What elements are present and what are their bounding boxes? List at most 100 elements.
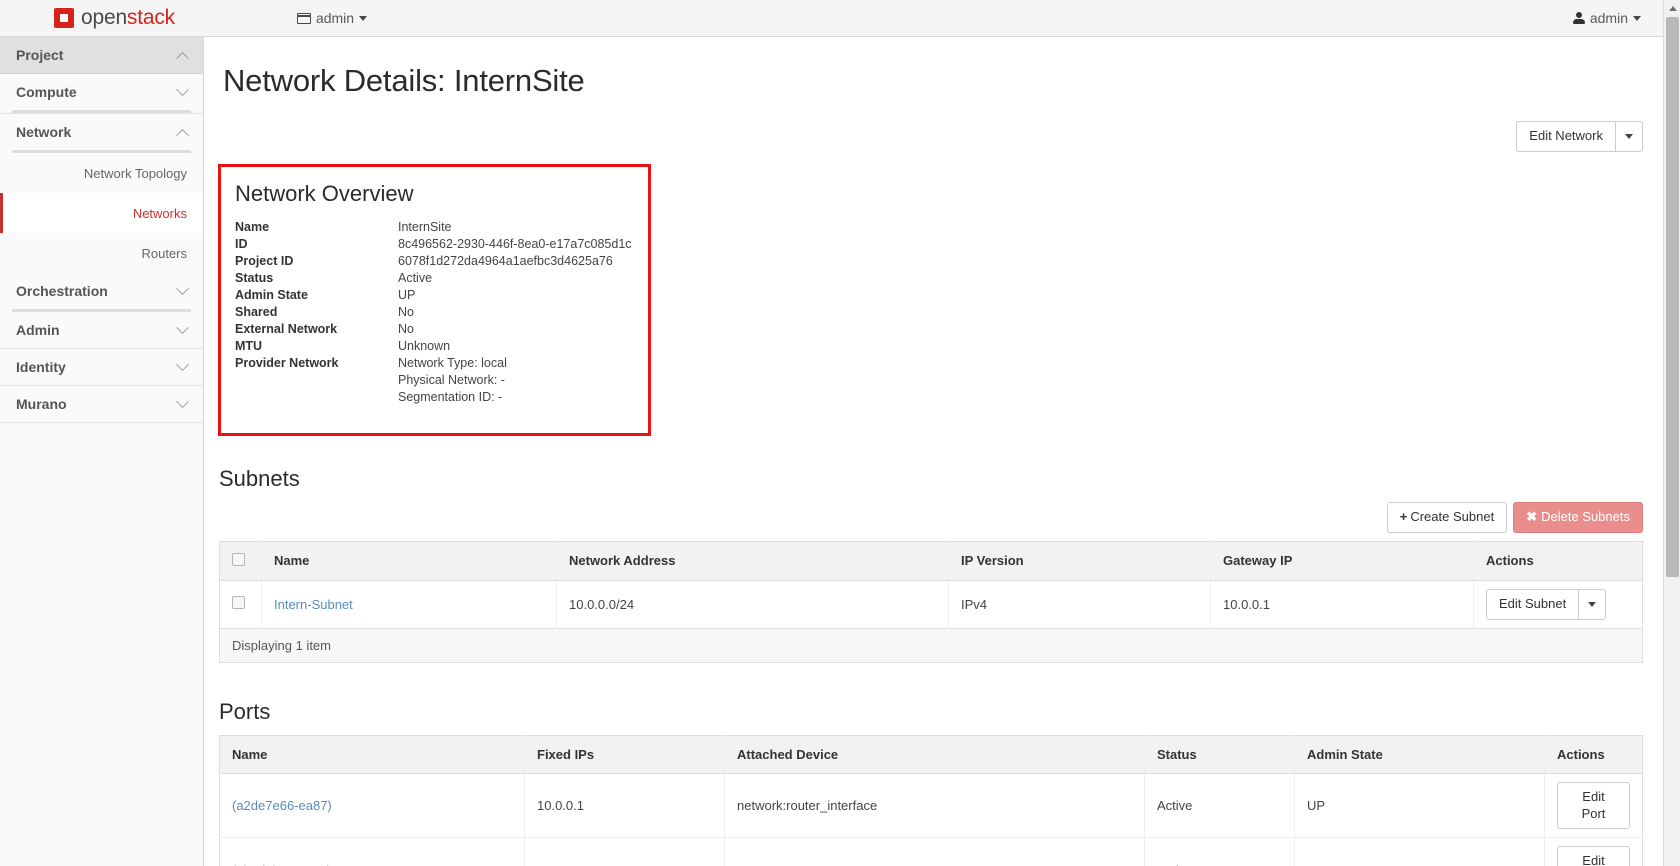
subnets-col-ip-version: IP Version [948,541,1211,581]
overview-value-id: 8c496562-2930-446f-8ea0-e17a7c085d1c [398,237,632,252]
sidebar: Project Compute Network Network Topology… [0,37,204,866]
project-selector-label: admin [315,10,355,26]
network-overview-panel: Network Overview Name InternSite ID 8c49… [218,163,651,436]
delete-subnets-label: Delete Subnets [1541,508,1630,524]
subnet-actions-cell: Edit Subnet [1473,580,1643,629]
port-name-link[interactable]: (a2de7e66-ea87) [232,798,332,813]
overview-value-mtu: Unknown [398,339,451,354]
ports-header-row: Name Fixed IPs Attached Device Status Ad… [219,735,1643,774]
scroll-up-button[interactable] [1664,0,1680,17]
subnets-col-actions: Actions [1473,541,1643,581]
overview-value-provider-network: Network Type: local Physical Network: - … [398,355,648,406]
port-name-cell: (a2de7e66-ea87) [219,773,525,839]
sidebar-divider [12,110,191,113]
edit-subnet-dropdown-toggle[interactable] [1578,588,1607,620]
table-row: (eb9d7b68-4c34) 10.0.0.4 compute:nova Ac… [219,837,1643,866]
overview-label-status: Status [235,271,274,286]
overview-value-project-id: 6078f1d272da4964a1aefbc3d4625a76 [398,254,613,269]
overview-label-id: ID [235,237,248,252]
port-admin-state-cell: UP [1294,773,1545,839]
chevron-down-icon [359,15,368,21]
sidebar-group-identity[interactable]: Identity [0,349,203,386]
page-scrollbar[interactable] [1663,0,1680,866]
edit-subnet-button[interactable]: Edit Subnet [1486,588,1579,620]
sidebar-group-label: Admin [16,322,60,338]
sidebar-item-network-topology[interactable]: Network Topology [0,153,203,193]
sidebar-item-routers[interactable]: Routers [0,233,203,273]
provider-physical-network: Physical Network: - [398,373,505,388]
port-actions-cell: Edit Port [1544,773,1643,839]
subnet-name-link[interactable]: Intern-Subnet [274,597,353,612]
subnets-select-all-cell [219,541,262,581]
sidebar-group-admin[interactable]: Admin [0,312,203,349]
brand-open: open [81,6,127,29]
edit-port-button[interactable]: Edit Port [1557,846,1630,866]
create-subnet-label: Create Subnet [1410,508,1495,524]
subnet-ip-version-cell: IPv4 [948,580,1211,629]
brand-text: openstack [81,6,175,30]
network-overview-title: Network Overview [235,180,414,206]
chevron-down-icon [176,357,189,371]
subnet-network-address-cell: 10.0.0.0/24 [556,580,949,629]
sidebar-item-label: Routers [141,245,187,261]
sidebar-group-label: Orchestration [16,283,108,299]
port-attached-device-cell: compute:nova [724,837,1145,866]
overview-label-project-id: Project ID [235,254,294,269]
subnets-toolbar: + Create Subnet ✖ Delete Subnets [219,501,1643,533]
user-menu[interactable]: admin [1572,10,1641,26]
table-row: Intern-Subnet 10.0.0.0/24 IPv4 10.0.0.1 … [220,580,1643,629]
chevron-down-icon [1588,601,1597,607]
ports-col-status: Status [1144,735,1295,774]
sidebar-group-label: Compute [16,84,77,100]
sidebar-item-networks[interactable]: Networks [0,193,203,233]
subnet-gateway-ip-cell: 10.0.0.1 [1210,580,1474,629]
ports-col-fixed-ips: Fixed IPs [524,735,725,774]
edit-network-button[interactable]: Edit Network [1516,121,1615,152]
sidebar-item-label: Networks [132,205,187,221]
subnets-col-network-address: Network Address [556,541,949,581]
sidebar-group-label: Network [16,124,72,140]
sidebar-group-compute[interactable]: Compute [0,74,203,114]
port-admin-state-cell: UP [1294,837,1545,866]
edit-network-dropdown-toggle[interactable] [1615,121,1643,152]
chevron-down-icon [176,394,189,408]
overview-value-status: Active [398,271,433,286]
user-icon [1572,12,1585,24]
edit-port-button[interactable]: Edit Port [1557,781,1630,830]
overview-label-mtu: MTU [235,339,263,354]
delete-subnets-button[interactable]: ✖ Delete Subnets [1513,501,1643,533]
top-navbar: openstack admin admin [0,0,1663,37]
subnets-table-footer: Displaying 1 item [219,628,1643,663]
chevron-down-icon [176,320,189,334]
chevron-up-icon [176,128,189,142]
ports-heading: Ports [219,698,271,724]
openstack-logo[interactable]: openstack [54,6,175,30]
ports-table-block: Name Fixed IPs Attached Device Status Ad… [219,734,1643,866]
scrollbar-thumb[interactable] [1666,17,1679,577]
row-checkbox[interactable] [232,596,245,610]
create-subnet-button[interactable]: + Create Subnet [1386,501,1508,533]
overview-label-admin-state: Admin State [235,288,308,303]
ports-section: Ports Name Fixed IPs Attached Device Sta… [205,699,1663,866]
sidebar-group-murano[interactable]: Murano [0,386,203,423]
sidebar-group-project[interactable]: Project [0,37,203,74]
overview-label-name: Name [235,220,270,235]
sidebar-group-orchestration[interactable]: Orchestration [0,273,203,312]
ports-col-name: Name [219,735,525,774]
overview-value-external-network: No [398,322,414,337]
sidebar-group-network[interactable]: Network [0,114,203,153]
project-selector[interactable]: admin [296,10,368,26]
user-menu-label: admin [1589,10,1628,26]
sidebar-group-label: Murano [16,396,67,412]
subnets-heading: Subnets [219,465,300,491]
port-attached-device-cell: network:router_interface [724,773,1145,839]
page-title: Network Details: InternSite [223,63,585,98]
select-all-checkbox[interactable] [232,552,245,566]
plus-icon: + [1399,508,1408,524]
ports-col-admin-state: Admin State [1294,735,1545,774]
sidebar-item-label: Network Topology [83,165,187,181]
sidebar-divider [12,150,191,153]
subnets-table-block: + Create Subnet ✖ Delete Subnets Name Netw… [219,501,1643,663]
chevron-down-icon [176,82,189,96]
ports-col-actions: Actions [1544,735,1643,774]
